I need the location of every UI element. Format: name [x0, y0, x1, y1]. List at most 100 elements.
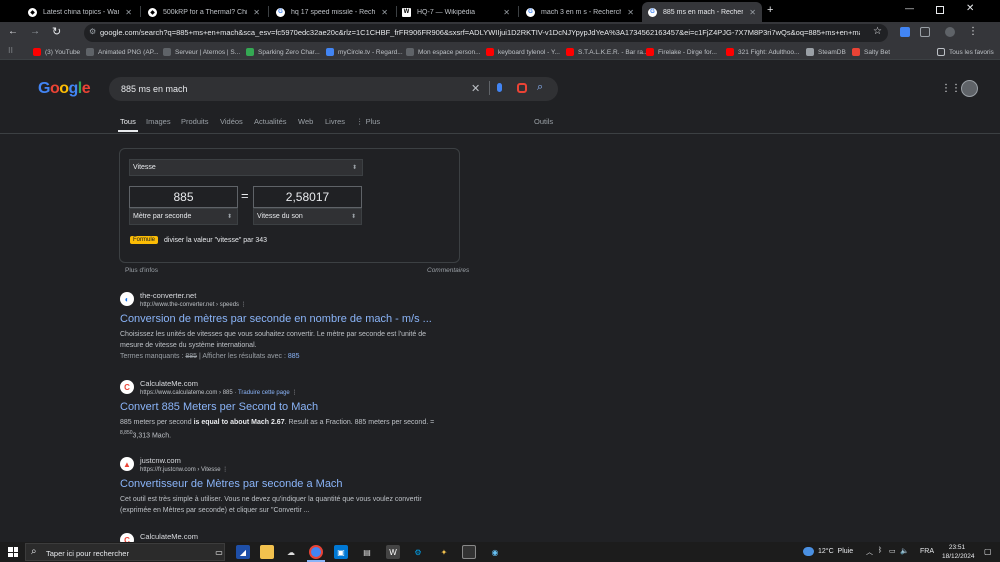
- minimize-button[interactable]: —: [905, 3, 914, 13]
- feedback-link[interactable]: Commentaires: [427, 267, 469, 274]
- bookmark-star-icon[interactable]: ☆: [873, 26, 882, 37]
- result-url[interactable]: https://www.calculateme.com › 885 · Trad…: [140, 389, 297, 396]
- tab-books[interactable]: Livres: [325, 117, 345, 126]
- app-icon[interactable]: W: [386, 545, 400, 559]
- result-menu-icon[interactable]: ⋮: [291, 390, 297, 396]
- to-value-input[interactable]: 2,58017: [253, 186, 362, 208]
- more-info-link[interactable]: Plus d'infos: [125, 267, 158, 274]
- category-select[interactable]: Vitesse ⬍: [129, 159, 363, 176]
- tab-885-ms-search[interactable]: G 885 ms en mach - Recherche Go ✕: [642, 2, 762, 22]
- app-icon[interactable]: ▤: [360, 545, 374, 559]
- clear-search-icon[interactable]: ✕: [471, 82, 480, 95]
- result-url[interactable]: https://fr.justcnw.com › Vitesse ⋮: [140, 466, 228, 473]
- tab-news[interactable]: Actualités: [254, 117, 287, 126]
- profile-avatar[interactable]: [945, 27, 955, 37]
- extensions-puzzle-icon[interactable]: [920, 27, 930, 37]
- reload-icon[interactable]: ↻: [52, 25, 61, 38]
- bookmark-espace-perso[interactable]: Mon espace person...: [406, 46, 481, 58]
- clock[interactable]: 23:51 18/12/2024: [942, 543, 975, 561]
- chrome-menu-icon[interactable]: ⋮: [968, 26, 978, 37]
- result-url[interactable]: http://www.the-converter.net › speeds ⋮: [140, 301, 247, 308]
- translate-page-link[interactable]: Traduire cette page: [238, 390, 290, 396]
- steam-icon[interactable]: ◉: [488, 545, 502, 559]
- tab-mach3-search[interactable]: G mach 3 en m s - Recherche Go ✕: [520, 2, 640, 22]
- result-title-link[interactable]: Conversion de mètres par seconde en nomb…: [120, 313, 432, 325]
- weather-text[interactable]: 12°C Pluie: [818, 548, 853, 555]
- file-explorer-icon[interactable]: [260, 545, 274, 559]
- back-arrow-icon[interactable]: ←: [8, 26, 18, 37]
- tab-war-thunder-china[interactable]: ◆ Latest china topics - War Thund ✕: [22, 2, 138, 22]
- tab-war-thunder-thermal[interactable]: ◆ 500kRP for a Thermal? China's ✕: [142, 2, 266, 22]
- tray-volume-icon[interactable]: 🔈: [900, 547, 909, 555]
- tray-network-icon[interactable]: ▭: [889, 547, 896, 555]
- bookmark-salty-bet[interactable]: Salty Bet: [852, 46, 890, 58]
- bookmark-sparking-zero[interactable]: Sparking Zero Char...: [246, 46, 320, 58]
- new-tab-button[interactable]: +: [767, 4, 773, 16]
- bookmark-mycircle[interactable]: myCircle.tv - Regard...: [326, 46, 403, 58]
- terminal-icon[interactable]: [462, 545, 476, 559]
- close-tab-icon[interactable]: ✕: [125, 8, 132, 17]
- language-indicator[interactable]: FRA: [920, 548, 934, 555]
- extension-icon[interactable]: [900, 27, 910, 37]
- result-site-name[interactable]: CalculateMe.com: [140, 532, 198, 541]
- maximize-button[interactable]: [936, 6, 944, 14]
- result-title-link[interactable]: Convert 885 Meters per Second to Mach: [120, 401, 318, 413]
- tab-hq7-wikipedia[interactable]: W HQ-7 — Wikipédia ✕: [396, 2, 516, 22]
- result-site-name[interactable]: CalculateMe.com: [140, 379, 198, 388]
- tab-products[interactable]: Produits: [181, 117, 209, 126]
- site-info-icon[interactable]: ⚙: [89, 27, 96, 36]
- bookmark-animated-png[interactable]: Animated PNG (AP...: [86, 46, 159, 58]
- from-unit-select[interactable]: Mètre par seconde ⬍: [129, 208, 238, 225]
- windows-start-icon[interactable]: [8, 547, 18, 557]
- bookmark-aternos[interactable]: Serveur | Aternos | S...: [163, 46, 240, 58]
- result-menu-icon[interactable]: ⋮: [241, 302, 247, 308]
- result-site-name[interactable]: the-converter.net: [140, 291, 196, 300]
- weather-cloud-icon[interactable]: [803, 547, 814, 556]
- chrome-icon[interactable]: [309, 545, 323, 559]
- result-title-link[interactable]: Convertisseur de Mètres par seconde a Ma…: [120, 478, 343, 490]
- tab-hq17-search[interactable]: G hq 17 speed missile - Recherch ✕: [270, 2, 394, 22]
- google-logo[interactable]: Google: [38, 80, 91, 98]
- result-site-name[interactable]: justcnw.com: [140, 456, 181, 465]
- bookmark-steamdb[interactable]: SteamDB: [806, 46, 846, 58]
- bookmark-321-fight[interactable]: 321 Fight: Adulthoo...: [726, 46, 799, 58]
- all-bookmarks-folder[interactable]: Tous les favoris: [937, 46, 994, 58]
- forward-arrow-icon[interactable]: →: [30, 26, 40, 37]
- bookmark-stalker[interactable]: S.T.A.L.K.E.R. - Bar ra...: [566, 46, 648, 58]
- bookmark-firelake[interactable]: Firelake - Dirge for...: [646, 46, 717, 58]
- apps-grid-icon[interactable]: ⁝⁝: [8, 46, 13, 55]
- tools-button[interactable]: Outils: [534, 117, 553, 126]
- account-avatar[interactable]: [961, 80, 978, 97]
- bookmark-youtube[interactable]: (3) YouTube: [33, 46, 80, 58]
- app-icon[interactable]: ☁: [284, 545, 298, 559]
- notifications-icon[interactable]: ▢: [984, 547, 992, 556]
- app-icon[interactable]: ⚙: [411, 545, 425, 559]
- tray-bluetooth-icon[interactable]: ᛒ: [878, 547, 882, 554]
- bookmark-keyboard-tylenol[interactable]: keyboard tylenol - Y...: [486, 46, 560, 58]
- search-input[interactable]: 885 ms en mach: [121, 84, 188, 94]
- from-value-input[interactable]: 885: [129, 186, 238, 208]
- tab-images[interactable]: Images: [146, 117, 171, 126]
- close-tab-icon[interactable]: ✕: [381, 8, 388, 17]
- close-tab-icon[interactable]: ✕: [503, 8, 510, 17]
- close-window-button[interactable]: ✕: [966, 3, 974, 14]
- to-unit-select[interactable]: Vitesse du son ⬍: [253, 208, 362, 225]
- close-tab-icon[interactable]: ✕: [749, 8, 756, 17]
- tray-chevron-icon[interactable]: ︿: [866, 547, 873, 557]
- task-view-icon[interactable]: ▭: [212, 545, 226, 559]
- tab-all[interactable]: Tous: [120, 117, 136, 126]
- search-box[interactable]: 885 ms en mach ✕ ⌕: [109, 77, 558, 101]
- search-icon[interactable]: ⌕: [537, 81, 543, 94]
- app-icon[interactable]: ▣: [334, 545, 348, 559]
- app-icon[interactable]: ◢: [236, 545, 250, 559]
- tab-videos[interactable]: Vidéos: [220, 117, 243, 126]
- taskbar-search[interactable]: ⌕ Taper ici pour rechercher: [25, 543, 225, 561]
- lens-search-icon[interactable]: [517, 83, 527, 93]
- app-icon[interactable]: ✦: [437, 545, 451, 559]
- close-tab-icon[interactable]: ✕: [253, 8, 260, 17]
- address-bar[interactable]: ⚙ google.com/search?q=885+ms+en+mach&sca…: [84, 24, 888, 42]
- voice-search-icon[interactable]: [497, 83, 502, 92]
- tab-web[interactable]: Web: [298, 117, 313, 126]
- result-menu-icon[interactable]: ⋮: [222, 467, 228, 473]
- close-tab-icon[interactable]: ✕: [627, 8, 634, 17]
